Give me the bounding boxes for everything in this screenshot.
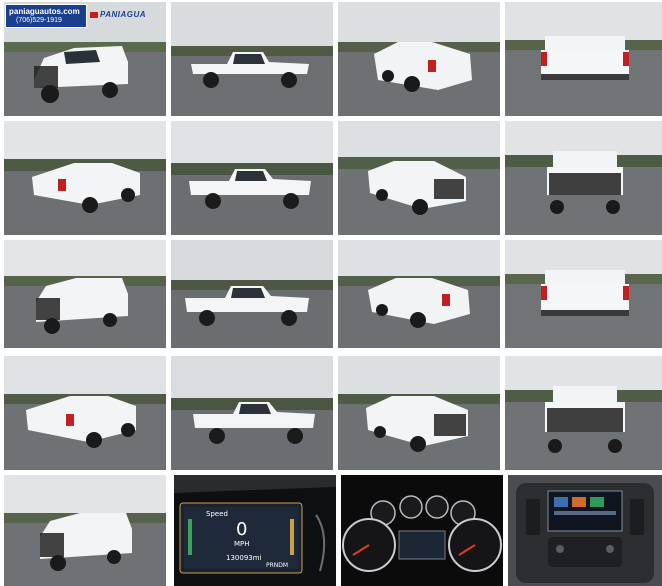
photo-thumbnail[interactable] bbox=[171, 121, 333, 235]
truck-photo bbox=[171, 356, 333, 470]
photo-thumbnail[interactable] bbox=[4, 240, 166, 348]
truck-photo bbox=[171, 121, 333, 235]
truck-photo bbox=[171, 240, 333, 348]
truck-photo bbox=[4, 121, 166, 235]
dealer-badge: paniaguautos.com (706)529-1919 bbox=[5, 4, 87, 28]
truck-photo bbox=[4, 475, 166, 586]
photo-thumbnail[interactable] bbox=[171, 356, 333, 470]
truck-photo bbox=[338, 121, 500, 235]
gear-indicator: PRNDM bbox=[266, 562, 289, 569]
instrument-cluster-photo bbox=[341, 475, 503, 586]
dealer-website: paniaguautos.com bbox=[9, 7, 80, 16]
truck-photo bbox=[338, 240, 500, 348]
dealer-logo: PANIAGUA bbox=[90, 10, 146, 19]
odometer-reading: 130093mi bbox=[226, 554, 262, 562]
speed-value: 0 bbox=[236, 519, 248, 540]
dealer-logo-text: PANIAGUA bbox=[100, 10, 147, 19]
photo-thumbnail[interactable] bbox=[4, 356, 166, 470]
photo-thumbnail[interactable] bbox=[338, 240, 500, 348]
truck-photo bbox=[4, 356, 166, 470]
photo-thumbnail[interactable] bbox=[505, 240, 662, 348]
photo-thumbnail[interactable] bbox=[4, 121, 166, 235]
dash-display-photo bbox=[174, 475, 336, 586]
photo-thumbnail[interactable] bbox=[338, 356, 500, 470]
photo-thumbnail[interactable] bbox=[171, 2, 333, 116]
speedometer-photo[interactable]: Speed 0 MPH 130093mi PRNDM bbox=[174, 475, 336, 586]
truck-photo bbox=[505, 240, 662, 348]
photo-thumbnail[interactable] bbox=[505, 356, 662, 470]
truck-photo bbox=[338, 356, 500, 470]
truck-photo bbox=[338, 2, 500, 116]
photo-thumbnail[interactable] bbox=[508, 475, 662, 586]
photo-thumbnail[interactable] bbox=[338, 121, 500, 235]
truck-photo bbox=[505, 356, 662, 470]
photo-thumbnail[interactable] bbox=[338, 2, 500, 116]
truck-photo bbox=[4, 240, 166, 348]
center-console-photo bbox=[508, 475, 662, 586]
photo-thumbnail[interactable] bbox=[171, 240, 333, 348]
dealer-phone: (706)529-1919 bbox=[16, 17, 62, 24]
speed-label: Speed bbox=[206, 510, 228, 518]
speed-unit: MPH bbox=[234, 540, 250, 548]
photo-thumbnail[interactable] bbox=[4, 475, 166, 586]
photo-thumbnail[interactable] bbox=[341, 475, 503, 586]
truck-photo bbox=[505, 2, 662, 116]
photo-thumbnail[interactable] bbox=[505, 2, 662, 116]
photo-thumbnail[interactable] bbox=[505, 121, 662, 235]
photo-grid: paniaguautos.com (706)529-1919 PANIAGUA bbox=[4, 2, 662, 586]
photo-thumbnail[interactable]: paniaguautos.com (706)529-1919 PANIAGUA bbox=[4, 2, 166, 116]
truck-photo bbox=[171, 2, 333, 116]
truck-photo bbox=[505, 121, 662, 235]
